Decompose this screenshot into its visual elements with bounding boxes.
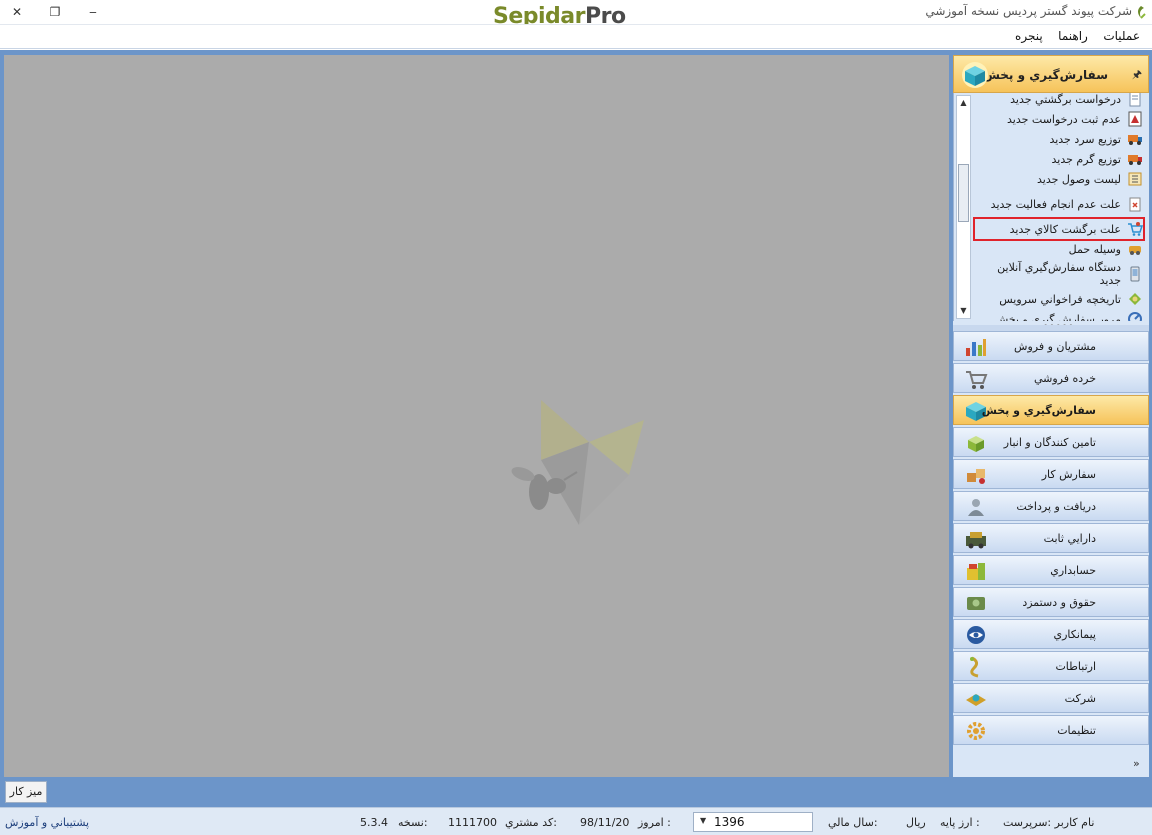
minimize-icon: ‒ — [89, 5, 97, 19]
payment-icon — [968, 499, 984, 516]
menu-help[interactable]: راهنما — [1052, 25, 1094, 47]
nav-communications[interactable]: ارتباطات — [953, 651, 1149, 681]
nav-retail[interactable]: خرده فروشي — [953, 363, 1149, 393]
menu-bar: عمليات راهنما پنجره — [0, 24, 1152, 49]
today-value: 98/11/20 — [580, 816, 630, 829]
scroll-down-icon[interactable]: ▼ — [957, 304, 970, 318]
task-item-service-history[interactable]: تاريخچه فراخواني سرويس — [975, 289, 1143, 309]
truck-icon — [1128, 155, 1142, 165]
settings-icon — [967, 722, 985, 740]
fiscal-year-label: سال مالي: — [828, 816, 878, 829]
menu-operations[interactable]: عمليات — [1097, 25, 1146, 47]
task-item-hot-distribution[interactable]: توزيع گرم جديد — [975, 149, 1143, 169]
minimize-window-button[interactable]: ‒ — [82, 2, 104, 22]
nav-customers-sales[interactable]: مشتريان و فروش — [953, 331, 1149, 361]
support-link[interactable]: پشتيباني و آموزش — [5, 816, 89, 829]
restore-window-button[interactable]: ❐ — [44, 2, 66, 22]
task-item-return-request[interactable]: درخواست برگشتي جديد — [975, 93, 1143, 109]
base-currency-label: ارز پايه : — [940, 816, 980, 829]
flask-icon — [1128, 111, 1142, 127]
accounting-icon — [967, 563, 985, 580]
title-bar: ✕ ❐ ‒ SepidarPro شرکت پیوند گستر پردیس ن… — [0, 0, 1152, 29]
nav-contracting[interactable]: پيمانکاري — [953, 619, 1149, 649]
nav-payroll[interactable]: حقوق و دستمزد — [953, 587, 1149, 617]
chevron-double-icon[interactable]: » — [1133, 757, 1140, 770]
list-icon — [1128, 172, 1142, 186]
navigation-panel: 🖈 سفارش‌گيري و پخش ▲ ▼ درخواست برگشتي جد… — [953, 55, 1149, 777]
base-currency-value: ريال — [906, 816, 926, 829]
task-item-no-request[interactable]: عدم ثبت درخواست جديد — [975, 109, 1143, 129]
panel-header: 🖈 سفارش‌گيري و پخش — [953, 55, 1149, 93]
nav-work-order[interactable]: سفارش کار — [953, 459, 1149, 489]
scroll-thumb[interactable] — [958, 164, 969, 222]
today-label: امروز : — [638, 816, 671, 829]
vehicle-icon — [1129, 246, 1141, 255]
doc-icon — [1129, 93, 1141, 107]
menu-window[interactable]: پنجره — [1009, 25, 1049, 47]
history-icon — [1129, 293, 1141, 305]
nav-ordering-distribution[interactable]: سفارش‌گيري و پخش — [953, 395, 1149, 425]
status-bar: پشتيباني و آموزش 5.3.4 نسخه: 1111700 کد … — [0, 807, 1152, 835]
task-item-collection-list[interactable]: ليست وصول جديد — [975, 169, 1143, 189]
retail-cart-icon — [966, 371, 988, 389]
nav-receive-pay[interactable]: دريافت و پرداخت — [953, 491, 1149, 521]
nav-company[interactable]: شرکت — [953, 683, 1149, 713]
workspace-area — [4, 55, 949, 777]
task-item-inactivity-reason[interactable]: علت عدم انجام فعاليت جديد — [975, 189, 1143, 219]
panel-footer: » — [953, 753, 1149, 777]
pin-icon[interactable]: 🖈 — [1132, 66, 1142, 85]
task-item-review[interactable]: مرور سفارش گيري و پخش — [975, 309, 1143, 321]
scroll-up-icon[interactable]: ▲ — [957, 96, 970, 110]
company-icon — [966, 694, 986, 706]
task-item-cold-distribution[interactable]: توزيع سرد جديد — [975, 129, 1143, 149]
close-window-button[interactable]: ✕ — [6, 2, 28, 22]
nav-suppliers-warehouse[interactable]: تامين کنندگان و انبار — [953, 427, 1149, 457]
clipboard-icon — [1129, 197, 1141, 212]
asset-icon — [966, 532, 986, 549]
app-icon — [1135, 5, 1147, 22]
tab-desktop[interactable]: ميز کار — [5, 781, 47, 803]
version-value: 5.3.4 — [360, 816, 388, 829]
restore-icon: ❐ — [49, 5, 61, 19]
customer-code-value: 1111700 — [448, 816, 497, 829]
close-icon: ✕ — [11, 5, 23, 19]
window-tab-strip: ميز کار — [0, 777, 1152, 807]
customer-code-label: کد مشتري: — [505, 816, 557, 829]
task-list-scrollbar[interactable]: ▲ ▼ — [956, 95, 971, 319]
task-item-vehicle[interactable]: وسيله حمل — [975, 239, 1143, 259]
nav-accounting[interactable]: حسابداري — [953, 555, 1149, 585]
window-title: شرکت پیوند گستر پردیس نسخه آموزشي — [925, 4, 1132, 18]
box-icon — [962, 62, 988, 88]
work-order-icon — [967, 469, 985, 484]
sepidar-watermark-icon — [511, 400, 644, 525]
nav-settings[interactable]: تنظيمات — [953, 715, 1149, 745]
task-items: درخواست برگشتي جديد عدم ثبت درخواست جديد… — [973, 93, 1145, 321]
user-name: نام کاربر :سرپرست — [1003, 816, 1095, 829]
task-list: ▲ ▼ درخواست برگشتي جديد عدم ثبت درخواست … — [953, 93, 1149, 321]
warehouse-icon — [968, 436, 984, 452]
chart-icon — [966, 339, 986, 356]
contract-icon — [967, 626, 985, 644]
fiscal-year-select[interactable]: ▼ 1396 — [693, 812, 813, 832]
module-nav: مشتريان و فروش خرده فروشي سفارش‌گيري و پ… — [953, 331, 1149, 747]
nav-fixed-assets[interactable]: دارايي ثابت — [953, 523, 1149, 553]
cart-icon — [1128, 222, 1143, 236]
fiscal-year-value: 1396 — [714, 815, 745, 829]
truck-icon — [1128, 135, 1142, 145]
panel-header-title: سفارش‌گيري و پخش — [983, 68, 1108, 82]
task-item-online-device[interactable]: دستگاه سفارش‌گيري آنلاين جديد — [975, 259, 1143, 289]
version-label: نسخه: — [398, 816, 428, 829]
dropdown-arrow-icon: ▼ — [700, 816, 707, 825]
review-icon — [1128, 312, 1142, 321]
device-icon — [1130, 266, 1140, 282]
communication-icon — [970, 656, 979, 678]
payroll-icon — [967, 597, 985, 610]
task-item-return-reason[interactable]: علت برگشت کالاي جديد — [973, 217, 1145, 241]
